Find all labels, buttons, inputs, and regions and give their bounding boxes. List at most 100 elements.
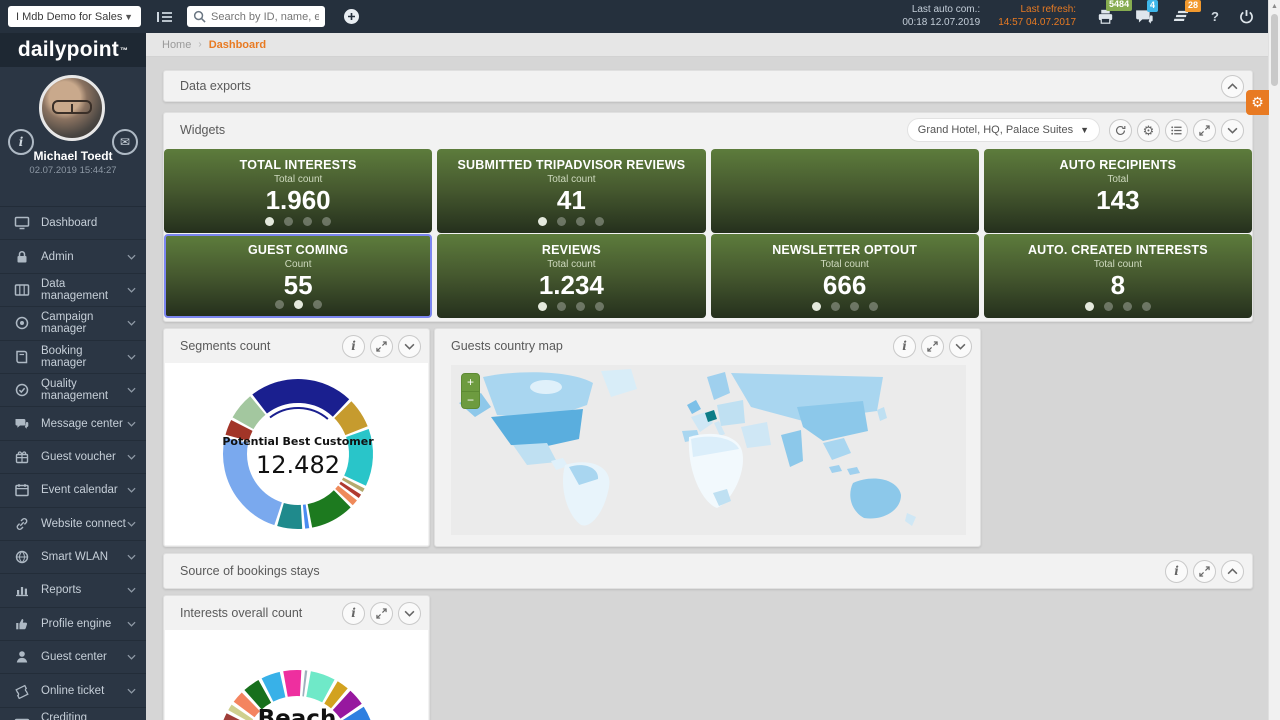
info-icon[interactable]: i xyxy=(342,335,365,358)
collapse-chevron-down-icon[interactable] xyxy=(398,602,421,625)
pagination-dot[interactable] xyxy=(275,300,284,309)
pagination-dot[interactable] xyxy=(869,302,878,311)
collapse-chevron-up-icon[interactable] xyxy=(1221,75,1244,98)
page-scrollbar[interactable]: ▲ xyxy=(1268,0,1280,720)
sidebar-item-dashboard[interactable]: Dashboard xyxy=(0,207,146,240)
search-input[interactable] xyxy=(187,6,325,27)
tile-subtitle: Total count xyxy=(711,259,979,270)
expand-icon[interactable] xyxy=(370,335,393,358)
info-icon[interactable]: i xyxy=(1165,560,1188,583)
sidebar-item-quality-management[interactable]: Quality management xyxy=(0,374,146,407)
sidebar-item-online-ticket[interactable]: Online ticket xyxy=(0,674,146,707)
tile-subtitle: Total count xyxy=(984,259,1252,270)
sidebar-item-smart-wlan[interactable]: Smart WLAN xyxy=(0,541,146,574)
sidebar-item-crediting-process[interactable]: Crediting process xyxy=(0,708,146,720)
map-zoom-in-button[interactable]: + xyxy=(462,374,479,392)
widget-tile-auto-recipients[interactable]: AUTO RECIPIENTSTotal143 xyxy=(984,149,1252,233)
messages-icon[interactable]: 4 xyxy=(1135,9,1153,24)
dailypoint-logo: dailypoint™ xyxy=(0,33,146,67)
sidebar-item-data-management[interactable]: Data management xyxy=(0,274,146,307)
hotel-selector-dropdown[interactable]: Grand Hotel, HQ, Palace Suites ▼ xyxy=(907,118,1100,142)
collapse-chevron-up-icon[interactable] xyxy=(1221,560,1244,583)
sidebar-item-label: Website connect xyxy=(41,518,126,530)
info-icon[interactable]: i xyxy=(342,602,365,625)
sidebar-item-campaign-manager[interactable]: Campaign manager xyxy=(0,307,146,340)
info-icon[interactable]: i xyxy=(893,335,916,358)
sidebar-item-guest-voucher[interactable]: Guest voucher xyxy=(0,441,146,474)
menu-toggle-icon[interactable] xyxy=(157,10,173,24)
sidebar-item-guest-center[interactable]: Guest center xyxy=(0,641,146,674)
breadcrumb-current[interactable]: Dashboard xyxy=(209,39,266,51)
pagination-dot[interactable] xyxy=(595,302,604,311)
tile-title: TOTAL INTERESTS xyxy=(164,158,432,172)
segments-donut-chart[interactable]: Potential Best Customer 12.482 xyxy=(217,373,379,540)
sidebar-item-booking-manager[interactable]: Booking manager xyxy=(0,341,146,374)
pagination-dot[interactable] xyxy=(303,217,312,226)
pagination-dot[interactable] xyxy=(557,302,566,311)
add-icon[interactable] xyxy=(343,8,360,25)
pagination-dot[interactable] xyxy=(557,217,566,226)
help-icon[interactable]: ? xyxy=(1211,9,1219,24)
sidebar-item-profile-engine[interactable]: Profile engine xyxy=(0,608,146,641)
power-icon[interactable] xyxy=(1239,9,1254,24)
avatar[interactable] xyxy=(39,75,105,141)
pagination-dot[interactable] xyxy=(284,217,293,226)
pagination-dot[interactable] xyxy=(576,217,585,226)
refresh-icon[interactable] xyxy=(1109,119,1132,142)
pagination-dot[interactable] xyxy=(265,217,274,226)
globe-icon xyxy=(14,549,30,565)
collapse-chevron-down-icon[interactable] xyxy=(398,335,421,358)
scrollbar-thumb[interactable] xyxy=(1271,14,1278,86)
expand-icon[interactable] xyxy=(921,335,944,358)
pagination-dot[interactable] xyxy=(850,302,859,311)
pagination-dot[interactable] xyxy=(576,302,585,311)
pagination-dot[interactable] xyxy=(595,217,604,226)
widget-tile-total-interests[interactable]: TOTAL INTERESTSTotal count1.960 xyxy=(164,149,432,233)
tasks-stack-icon[interactable]: 28 xyxy=(1173,9,1191,24)
widget-tile-guest-coming[interactable]: GUEST COMINGCount55 xyxy=(164,234,432,318)
expand-icon[interactable] xyxy=(370,602,393,625)
widget-tile-auto-created-interests[interactable]: AUTO. CREATED INTERESTSTotal count8 xyxy=(984,234,1252,318)
thumb-up-icon xyxy=(14,616,30,632)
org-selector-dropdown[interactable]: I Mdb Demo for Sales ▼ xyxy=(8,6,141,27)
collapse-chevron-down-icon[interactable] xyxy=(1221,119,1244,142)
list-view-icon[interactable] xyxy=(1165,119,1188,142)
widget-tile-newsletter-optout[interactable]: NEWSLETTER OPTOUTTotal count666 xyxy=(711,234,979,318)
pagination-dot[interactable] xyxy=(1123,302,1132,311)
pagination-dot[interactable] xyxy=(313,300,322,309)
sidebar-item-admin[interactable]: Admin xyxy=(0,240,146,273)
sidebar-item-reports[interactable]: Reports xyxy=(0,574,146,607)
gear-icon[interactable]: ⚙ xyxy=(1137,119,1160,142)
widget-tile-reviews[interactable]: REVIEWSTotal count1.234 xyxy=(437,234,705,318)
widget-tile-empty[interactable] xyxy=(711,149,979,233)
scroll-up-arrow-icon[interactable]: ▲ xyxy=(1269,0,1280,13)
pagination-dot[interactable] xyxy=(538,217,547,226)
map-zoom-out-button[interactable]: − xyxy=(462,392,479,409)
pagination-dot[interactable] xyxy=(1104,302,1113,311)
widget-tiles: TOTAL INTERESTSTotal count1.960SUBMITTED… xyxy=(164,149,1252,318)
pagination-dot[interactable] xyxy=(322,217,331,226)
pagination-dot[interactable] xyxy=(538,302,547,311)
world-map[interactable]: + − xyxy=(451,365,966,535)
print-queue-icon[interactable]: 5484 xyxy=(1096,8,1115,25)
expand-icon[interactable] xyxy=(1193,119,1216,142)
chevron-down-icon xyxy=(127,251,136,263)
widget-tile-submitted-tripadvisor-reviews[interactable]: SUBMITTED TRIPADVISOR REVIEWSTotal count… xyxy=(437,149,705,233)
hotel-selector-value: Grand Hotel, HQ, Palace Suites xyxy=(918,124,1073,136)
widgets-title: Widgets xyxy=(180,123,225,137)
expand-icon[interactable] xyxy=(1193,560,1216,583)
tile-value: 666 xyxy=(711,271,979,300)
sidebar-item-event-calendar[interactable]: Event calendar xyxy=(0,474,146,507)
pagination-dot[interactable] xyxy=(812,302,821,311)
pagination-dot[interactable] xyxy=(831,302,840,311)
pagination-dot[interactable] xyxy=(294,300,303,309)
pagination-dot[interactable] xyxy=(1142,302,1151,311)
settings-flyout-button[interactable]: ⚙ xyxy=(1246,90,1269,115)
breadcrumb-home[interactable]: Home xyxy=(162,39,191,51)
sidebar-nav: DashboardAdminData managementCampaign ma… xyxy=(0,207,146,720)
sidebar-item-website-connect[interactable]: Website connect xyxy=(0,508,146,541)
sidebar-item-message-center[interactable]: Message center xyxy=(0,407,146,440)
interests-donut-chart[interactable]: Beach xyxy=(192,644,402,720)
collapse-chevron-down-icon[interactable] xyxy=(949,335,972,358)
pagination-dot[interactable] xyxy=(1085,302,1094,311)
